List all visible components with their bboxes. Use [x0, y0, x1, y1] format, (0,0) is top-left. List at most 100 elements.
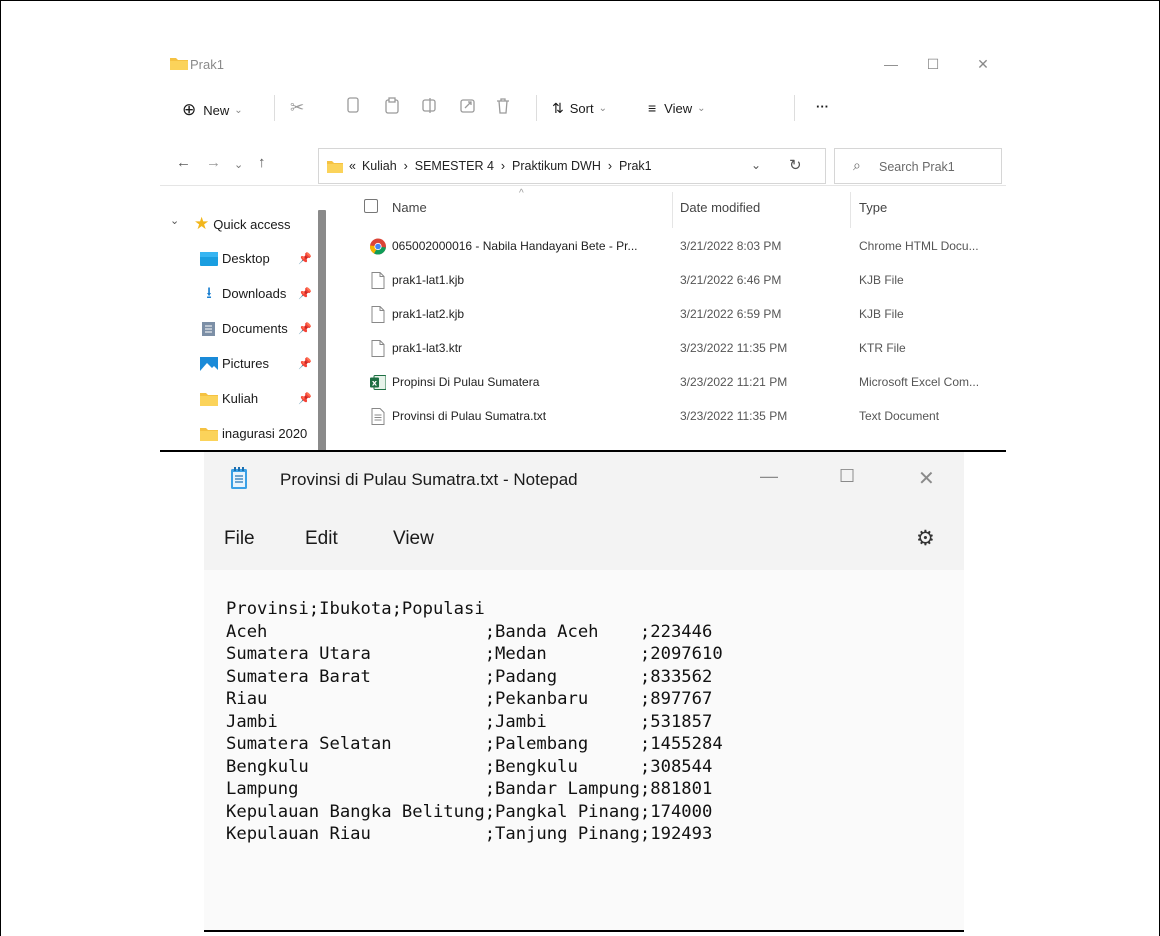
nav-item-pictures[interactable]: Pictures [200, 356, 269, 371]
delete-icon[interactable] [496, 97, 510, 114]
file-row[interactable]: prak1-lat2.kjb 3/21/2022 6:59 PM KJB Fil… [356, 298, 1006, 332]
column-divider[interactable] [672, 192, 673, 228]
file-row[interactable]: Provinsi di Pulau Sumatra.txt 3/23/2022 … [356, 400, 1006, 434]
column-header-name[interactable]: Name [392, 200, 427, 215]
file-date: 3/23/2022 11:35 PM [680, 341, 788, 355]
nav-item-label: Documents [222, 321, 288, 336]
nav-item-kuliah[interactable]: Kuliah [200, 391, 258, 406]
address-bar[interactable]: « Kuliah › SEMESTER 4 › Praktikum DWH › P… [318, 148, 826, 184]
file-type: KJB File [859, 307, 904, 321]
divider [794, 95, 795, 121]
desktop-icon [200, 251, 218, 266]
nav-item-label: inagurasi 2020 [222, 426, 308, 441]
sort-button[interactable]: ⇅ Sort ⌄ [552, 100, 607, 117]
text-content[interactable]: Provinsi;Ibukota;Populasi Aceh ;Banda Ace… [226, 598, 723, 846]
file-row[interactable]: prak1-lat1.kjb 3/21/2022 6:46 PM KJB Fil… [356, 264, 1006, 298]
minimize-button[interactable]: — [873, 50, 909, 78]
folder-icon [200, 392, 218, 406]
file-explorer-window: Prak1 — ☐ ✕ ⊕ New ⌄ ✂ ⇅ Sort ⌄ ≡ View ⌄ … [160, 44, 1006, 452]
search-box[interactable]: ⌕ Search Prak1 [834, 148, 1002, 184]
column-divider[interactable] [850, 192, 851, 228]
notepad-window: Provinsi di Pulau Sumatra.txt - Notepad … [204, 452, 964, 932]
file-row[interactable]: 065002000016 - Nabila Handayani Bete - P… [356, 230, 1006, 264]
file-name: prak1-lat1.kjb [392, 273, 465, 287]
text-line: Kepulauan Bangka Belitung;Pangkal Pinang… [226, 801, 713, 822]
notepad-editor[interactable]: Provinsi;Ibukota;Populasi Aceh ;Banda Ace… [204, 570, 964, 932]
chrome-icon [370, 238, 386, 255]
menu-edit[interactable]: Edit [305, 528, 338, 550]
pictures-icon [200, 356, 218, 371]
nav-item-documents[interactable]: Documents [200, 321, 288, 336]
breadcrumb-overflow[interactable]: « [349, 159, 356, 173]
close-button[interactable]: ✕ [965, 50, 1001, 78]
notepad-title-bar: Provinsi di Pulau Sumatra.txt - Notepad … [204, 452, 964, 508]
view-button[interactable]: ≡ View ⌄ [648, 100, 706, 116]
text-line: Jambi ;Jambi ;531857 [226, 711, 713, 732]
nav-item-downloads[interactable]: ⭳ Downloads [200, 285, 287, 301]
breadcrumb-path[interactable]: Kuliah › SEMESTER 4 › Praktikum DWH › Pr… [362, 159, 652, 173]
text-line: Lampung ;Bandar Lampung;881801 [226, 779, 713, 799]
share-icon[interactable] [460, 97, 476, 114]
nav-item-label: Pictures [222, 356, 269, 371]
file-row[interactable]: prak1-lat3.ktr 3/23/2022 11:35 PM KTR Fi… [356, 332, 1006, 366]
column-header-date[interactable]: Date modified [680, 200, 760, 215]
refresh-icon[interactable]: ↻ [789, 156, 802, 174]
file-name: Provinsi di Pulau Sumatra.txt [392, 409, 547, 423]
paste-icon[interactable] [385, 97, 399, 114]
select-all-checkbox[interactable] [364, 199, 378, 213]
sort-arrow-icon: ^ [519, 188, 524, 199]
more-options-button[interactable]: ··· [816, 99, 829, 114]
pin-icon: 📌 [298, 253, 312, 265]
nav-item-desktop[interactable]: Desktop [200, 251, 270, 266]
view-label: View [664, 100, 693, 116]
divider [274, 95, 275, 121]
close-button[interactable]: ✕ [918, 466, 935, 491]
address-row: ← → ⌄ ↑ « Kuliah › SEMESTER 4 › Praktikum… [160, 148, 1006, 186]
new-button[interactable]: ⊕ New ⌄ [182, 100, 243, 120]
maximize-button[interactable]: ☐ [839, 466, 855, 487]
divider [536, 95, 537, 121]
explorer-title: Prak1 [190, 57, 224, 72]
file-date: 3/21/2022 8:03 PM [680, 239, 782, 253]
text-line: Aceh ;Banda Aceh ;223446 [226, 621, 713, 642]
svg-text:x: x [372, 379, 378, 388]
expand-chevron-icon[interactable]: ⌄ [170, 214, 179, 227]
maximize-button[interactable]: ☐ [915, 50, 951, 78]
file-date: 3/21/2022 6:46 PM [680, 273, 782, 287]
text-line: Kepulauan Riau ;Tanjung Pinang;192493 [226, 824, 713, 844]
breadcrumb[interactable]: « Kuliah › SEMESTER 4 › Praktikum DWH › P… [349, 159, 652, 173]
copy-icon[interactable] [346, 97, 360, 114]
text-line: Riau ;Pekanbaru ;897767 [226, 689, 713, 709]
file-date: 3/21/2022 6:59 PM [680, 307, 782, 321]
file-row[interactable]: x Propinsi Di Pulau Sumatera 3/23/2022 1… [356, 366, 1006, 400]
folder-icon [200, 427, 218, 441]
star-icon: ★ [194, 214, 210, 233]
up-arrow-icon[interactable]: ↑ [258, 154, 266, 171]
menu-file[interactable]: File [224, 528, 255, 550]
nav-scrollbar[interactable] [318, 210, 326, 452]
column-header-type[interactable]: Type [859, 200, 887, 215]
file-name: 065002000016 - Nabila Handayani Bete - P… [392, 239, 638, 253]
file-date: 3/23/2022 11:21 PM [680, 375, 788, 389]
file-icon [371, 272, 385, 289]
search-placeholder: Search Prak1 [879, 160, 955, 174]
file-type: Chrome HTML Docu... [859, 239, 979, 253]
folder-icon [170, 58, 188, 70]
forward-arrow-icon[interactable]: → [206, 154, 221, 171]
text-line: Sumatera Selatan ;Palembang ;1455284 [226, 734, 723, 754]
cut-icon[interactable]: ✂ [290, 98, 304, 118]
gear-icon[interactable]: ⚙ [916, 526, 935, 551]
nav-item-inagurasi[interactable]: inagurasi 2020 [200, 426, 307, 441]
file-name: Propinsi Di Pulau Sumatera [392, 375, 540, 389]
nav-quick-access[interactable]: ★ Quick access [194, 214, 291, 234]
address-dropdown-icon[interactable]: ⌄ [751, 158, 761, 172]
rename-icon[interactable] [422, 97, 438, 114]
chevron-down-icon: ⌄ [234, 104, 243, 116]
pin-icon: 📌 [298, 288, 312, 300]
recent-chevron-icon[interactable]: ⌄ [234, 158, 243, 171]
back-arrow-icon[interactable]: ← [176, 154, 191, 171]
nav-item-label: Downloads [222, 286, 287, 301]
menu-view[interactable]: View [393, 528, 434, 550]
minimize-button[interactable]: — [760, 466, 778, 487]
notepad-title: Provinsi di Pulau Sumatra.txt - Notepad [280, 470, 578, 489]
